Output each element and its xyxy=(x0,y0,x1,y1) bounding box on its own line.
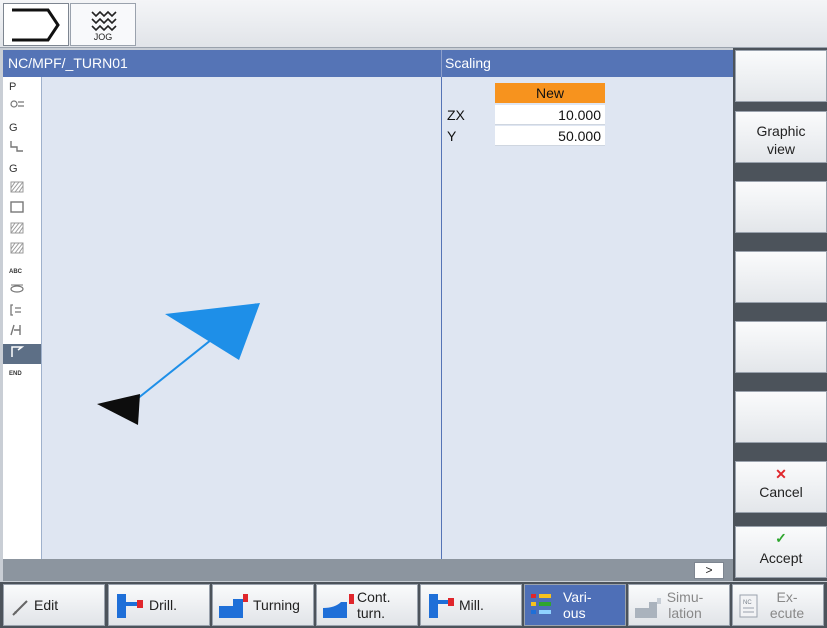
accept-label: Accept xyxy=(759,550,803,566)
sidebar-item-label: ABC xyxy=(9,268,22,275)
tab-drill[interactable]: Drill. xyxy=(108,584,210,626)
tab-cont-turn[interactable]: Cont. turn. xyxy=(316,584,418,626)
sidebar-item-text[interactable]: ABC xyxy=(3,262,41,283)
drill-icon xyxy=(117,594,143,618)
param-y-input[interactable]: 50.000 xyxy=(495,126,605,146)
sidebar-item-hatch[interactable] xyxy=(3,180,41,201)
bracket-icon xyxy=(10,303,21,316)
status-bar: > xyxy=(3,559,733,581)
jog-label: JOG xyxy=(93,32,113,42)
tab-label: Turning xyxy=(253,597,300,613)
channel-mode-display xyxy=(3,3,69,46)
param-row-zx: ZX 10.000 xyxy=(447,105,605,125)
param-name: ZX xyxy=(447,107,465,123)
milling-icon xyxy=(429,594,454,618)
tab-label: Cont. turn. xyxy=(357,589,391,621)
sinumerik-screen: JOG NC/MPF/_TURN01 Scaling P G G ABC END… xyxy=(0,0,827,628)
sidebar-item-bracket[interactable] xyxy=(3,303,41,324)
sidebar-item-frame[interactable] xyxy=(3,200,41,221)
program-mode-icon xyxy=(12,8,60,42)
sidebar-item-operation[interactable] xyxy=(3,98,41,119)
vertical-softkey-bar: Graphic view ✕ Cancel ✓ Accept xyxy=(733,48,827,581)
param-column-header: New xyxy=(495,83,605,103)
param-row-y: Y 50.000 xyxy=(447,126,605,146)
softkey-4[interactable] xyxy=(735,251,827,303)
sidebar-item-label: G xyxy=(9,163,18,175)
softkey-6[interactable] xyxy=(735,391,827,443)
tab-label: Drill. xyxy=(149,597,177,613)
sidebar-item-label: G xyxy=(9,122,18,134)
cancel-label: Cancel xyxy=(759,484,803,500)
softkey-3[interactable] xyxy=(735,181,827,233)
sidebar-item-end[interactable]: END xyxy=(3,364,41,385)
tab-label: Ex- ecute xyxy=(769,589,805,621)
graphic-view-label: Graphic view xyxy=(756,123,806,157)
origin-arrow-icon xyxy=(97,394,140,425)
horizontal-softkey-bar: Edit Drill. Turning Cont. turn. Mill. Va… xyxy=(0,582,827,628)
tab-label: Vari- ous xyxy=(563,589,592,621)
hatch-icon xyxy=(10,181,24,192)
scaling-graphic xyxy=(97,303,260,425)
tab-edit[interactable]: Edit xyxy=(3,584,105,626)
scaled-arrow-icon xyxy=(165,303,260,360)
jog-mode-button[interactable]: JOG xyxy=(70,3,136,46)
graphic-view xyxy=(42,77,441,559)
param-zx-input[interactable]: 10.000 xyxy=(495,105,605,125)
sidebar-item-measure[interactable] xyxy=(3,323,41,344)
simulation-icon xyxy=(635,598,661,618)
sidebar-item-hatch[interactable] xyxy=(3,241,41,262)
tab-label: Mill. xyxy=(459,597,484,613)
sidebar-item-contour[interactable] xyxy=(3,139,41,160)
cancel-x-icon: ✕ xyxy=(775,466,787,482)
scaling-icon xyxy=(11,345,25,357)
program-path-title: NC/MPF/_TURN01 xyxy=(3,50,441,77)
sidebar-item-program-header[interactable]: P xyxy=(3,77,41,98)
measure-icon xyxy=(10,324,21,336)
softkey-5[interactable] xyxy=(735,321,827,373)
top-bar: JOG xyxy=(0,0,827,48)
turning-icon xyxy=(219,594,248,618)
hatch-icon xyxy=(10,222,24,233)
cancel-button[interactable]: ✕ Cancel xyxy=(735,461,827,513)
nc-file-icon: NC xyxy=(739,594,758,618)
contour-icon xyxy=(10,140,23,152)
various-icon xyxy=(531,594,551,614)
jog-wave-icon xyxy=(91,10,117,32)
softkey-1[interactable] xyxy=(735,50,827,102)
tab-execute[interactable]: NC Ex- ecute xyxy=(732,584,824,626)
parameter-form: New ZX 10.000 Y 50.000 xyxy=(441,77,733,559)
tab-various[interactable]: Vari- ous xyxy=(524,584,626,626)
sidebar-item-label: P xyxy=(9,81,17,93)
operation-icon xyxy=(10,99,24,108)
tab-label: Edit xyxy=(34,597,59,613)
sidebar-item-g-code[interactable]: G xyxy=(3,159,41,180)
tab-label: Simu- lation xyxy=(666,589,704,621)
cycle-icon xyxy=(10,284,24,293)
sidebar-item-cycle[interactable] xyxy=(3,282,41,303)
svg-text:NC: NC xyxy=(743,600,752,606)
program-block-list: P G G ABC END xyxy=(3,77,42,559)
tab-turning[interactable]: Turning xyxy=(212,584,314,626)
pencil-icon xyxy=(12,600,28,616)
form-title: Scaling xyxy=(441,50,733,77)
frame-icon xyxy=(10,201,24,213)
graphic-view-button[interactable]: Graphic view xyxy=(735,111,827,163)
tab-simulation[interactable]: Simu- lation xyxy=(628,584,730,626)
contour-turning-icon xyxy=(323,594,354,618)
sidebar-item-label: END xyxy=(9,371,22,377)
sidebar-item-scaling[interactable] xyxy=(3,343,41,364)
hatch-icon xyxy=(10,242,24,254)
more-button[interactable]: > xyxy=(694,562,724,579)
sidebar-item-g-code[interactable]: G xyxy=(3,118,41,139)
param-name: Y xyxy=(447,128,457,144)
sidebar-item-hatch[interactable] xyxy=(3,221,41,242)
accept-check-icon: ✓ xyxy=(775,530,787,546)
tab-mill[interactable]: Mill. xyxy=(420,584,522,626)
accept-button[interactable]: ✓ Accept xyxy=(735,526,827,578)
